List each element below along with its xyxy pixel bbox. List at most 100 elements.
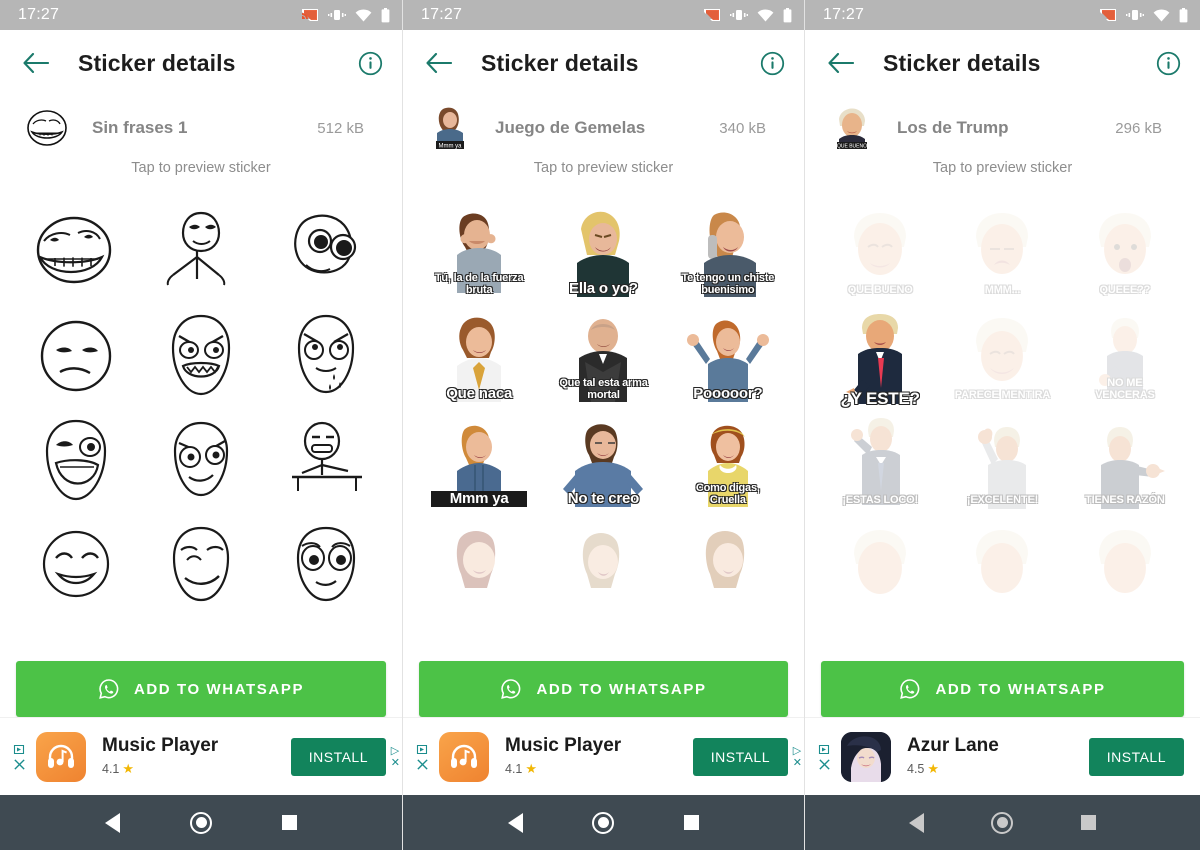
adchoices-icon[interactable] [817, 743, 831, 756]
info-button[interactable] [754, 45, 790, 81]
sticker-cell[interactable]: Que tal esta arma mortal [541, 305, 665, 410]
sticker-cell[interactable]: ¿Y ESTE? [819, 305, 941, 410]
nav-back-button[interactable] [105, 812, 120, 833]
sticker-cell[interactable]: Que naca [417, 305, 541, 410]
battery-icon [1179, 7, 1188, 22]
ad-app-title: Azur Lane [907, 735, 999, 757]
nav-home-button[interactable] [592, 811, 615, 834]
sticker-cell[interactable]: Ella o yo? [541, 200, 665, 305]
sticker-cell[interactable] [263, 515, 388, 620]
sticker-cell[interactable]: Tú, la de la fuerza bruta [417, 200, 541, 305]
pack-size: 512 kB [317, 119, 364, 137]
sticker-cell[interactable]: ¡ESTAS LOCO! [819, 410, 941, 515]
sticker-cell[interactable] [14, 410, 139, 515]
status-time: 17:27 [18, 6, 60, 23]
sticker-cell[interactable] [14, 515, 139, 620]
sticker-cell[interactable] [666, 515, 790, 620]
sticker-cell[interactable]: QUE BUENO [819, 200, 941, 305]
sticker-cell[interactable] [541, 515, 665, 620]
sticker-grid-wrapper: ADD TO WHATSAPP [0, 200, 402, 717]
sticker-cell[interactable]: Mmm ya [417, 410, 541, 515]
adchoices-icon[interactable] [12, 743, 26, 756]
sticker-cell[interactable] [139, 305, 264, 410]
sticker-cell[interactable]: Pooooor? [666, 305, 790, 410]
ad-banner[interactable]: Music Player 4.1 ★ INSTALL ▷ ✕ [403, 717, 804, 795]
trump-face-2-sticker [954, 520, 1050, 616]
girl-face-2-sticker [555, 520, 651, 616]
determined-sticker [166, 211, 226, 285]
sticker-cell[interactable] [819, 515, 941, 620]
close-icon[interactable] [416, 758, 429, 771]
sticker-cell[interactable]: MMM... [941, 200, 1063, 305]
close-icon[interactable] [818, 758, 831, 771]
sticker-cell[interactable]: QUEEE?? [1064, 200, 1186, 305]
sticker-cell[interactable] [14, 305, 139, 410]
screen-sticker-details-2: 17:27 Sticker details Mmm ya Juego de Ge… [402, 0, 805, 850]
sticker-cell[interactable] [1064, 515, 1186, 620]
back-button[interactable] [821, 43, 861, 83]
nav-home-icon [592, 811, 615, 834]
sticker-cell[interactable] [263, 410, 388, 515]
back-button[interactable] [16, 43, 56, 83]
sticker-cell[interactable] [417, 515, 541, 620]
ad-app-title: Music Player [102, 735, 219, 757]
sticker-cell[interactable] [14, 200, 139, 305]
ad-banner[interactable]: Azur Lane 4.5 ★ INSTALL [805, 717, 1200, 795]
sticker-cell[interactable]: ¡EXCELENTE! [941, 410, 1063, 515]
sticker-grid [0, 200, 402, 620]
sticker-cell[interactable] [263, 200, 388, 305]
sticker-cell[interactable]: TIENES RAZÓN [1064, 410, 1186, 515]
nav-recents-icon [282, 815, 297, 830]
nav-home-icon [190, 811, 212, 834]
nav-recents-button[interactable] [282, 815, 297, 830]
nav-back-button[interactable] [908, 812, 924, 833]
ad-secondary-marks[interactable]: ▷ ✕ [391, 744, 400, 768]
back-button[interactable] [419, 43, 459, 83]
ad-rating-value: 4.1 [102, 761, 120, 776]
add-to-whatsapp-button[interactable]: ADD TO WHATSAPP [16, 661, 386, 717]
sticker-cell[interactable]: Como digas, Cruella [666, 410, 790, 515]
nav-home-button[interactable] [190, 811, 212, 834]
ad-banner[interactable]: Music Player 4.1 ★ INSTALL ▷ ✕ [0, 717, 402, 795]
sticker-cell[interactable] [263, 305, 388, 410]
pack-thumbnail: Mmm ya [427, 105, 473, 151]
sticker-cell[interactable] [139, 200, 264, 305]
page-title: Sticker details [481, 49, 639, 76]
add-button-label: ADD TO WHATSAPP [536, 680, 707, 698]
sticker-cell[interactable] [139, 515, 264, 620]
sticker-cell[interactable]: Te tengo un chiste buenisimo [666, 200, 790, 305]
nav-recents-icon [684, 815, 700, 830]
nav-recents-button[interactable] [1081, 815, 1097, 830]
adchoices-icon[interactable] [415, 743, 429, 756]
ad-secondary-marks[interactable]: ▷ ✕ [793, 744, 802, 768]
nav-back-button[interactable] [507, 812, 523, 833]
install-button[interactable]: INSTALL [1088, 737, 1184, 776]
install-button[interactable]: INSTALL [290, 737, 386, 776]
page-title: Sticker details [78, 49, 236, 76]
sticker-cell[interactable] [139, 410, 264, 515]
svg-text:Mmm ya: Mmm ya [439, 143, 463, 149]
status-bar: 17:27 [403, 0, 804, 30]
nav-home-button[interactable] [991, 811, 1014, 834]
nav-home-icon [991, 811, 1014, 834]
install-button[interactable]: INSTALL [692, 737, 788, 776]
sticker-cell[interactable] [941, 515, 1063, 620]
sticker-cell[interactable]: NO ME VENCERAS [1064, 305, 1186, 410]
whatsapp-icon [900, 679, 920, 699]
trump-right-sticker: TIENES RAZÓN [1077, 415, 1173, 511]
pack-name: Los de Trump [897, 118, 1009, 137]
add-to-whatsapp-button[interactable]: ADD TO WHATSAPP [821, 661, 1184, 717]
ad-text-block: Azur Lane 4.5 ★ [907, 735, 1089, 777]
vibrate-icon [730, 10, 748, 20]
info-button[interactable] [352, 45, 388, 81]
sticker-cell[interactable]: PARECE MENTIRA [941, 305, 1063, 410]
close-icon[interactable] [13, 758, 26, 771]
nav-recents-button[interactable] [684, 815, 700, 830]
add-to-whatsapp-button[interactable]: ADD TO WHATSAPP [419, 661, 788, 717]
info-button[interactable] [1150, 45, 1186, 81]
android-nav-bar [403, 795, 804, 850]
sticker-cell[interactable]: No te creo [541, 410, 665, 515]
preview-hint: Tap to preview sticker [533, 160, 674, 176]
bald-man-sticker: Que tal esta arma mortal [555, 310, 651, 406]
status-time: 17:27 [421, 6, 463, 23]
